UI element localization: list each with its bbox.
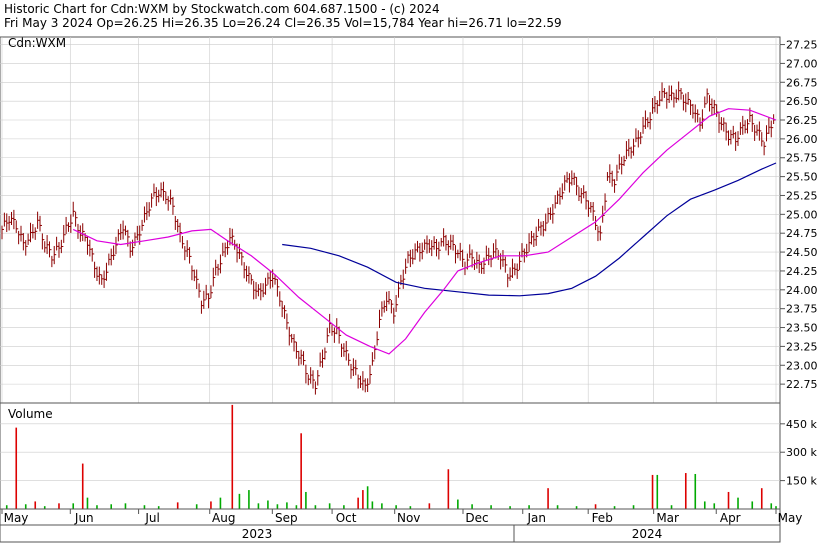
month-label: May [4, 511, 29, 525]
price-tick-label: 25.75 [786, 152, 818, 165]
price-tick-label: 23.00 [786, 359, 818, 372]
month-label: Mar [656, 511, 679, 525]
price-tick-label: 22.75 [786, 378, 818, 391]
year-label-2023: 2023 [242, 527, 273, 541]
price-tick-label: 24.00 [786, 284, 818, 297]
month-label: Jan [526, 511, 546, 525]
symbol-label: Cdn:WXM [8, 36, 66, 50]
year-axis [0, 524, 781, 543]
price-axis: 27.25 27.00 26.75 26.50 26.25 26.00 25.75 25.50… [780, 39, 818, 391]
month-label: Jun [74, 511, 94, 525]
price-tick-label: 23.75 [786, 303, 818, 316]
volume-tick-label: 450 k [786, 418, 817, 431]
price-tick-label: 26.75 [786, 76, 818, 89]
month-label: Dec [465, 511, 488, 525]
price-tick-label: 25.50 [786, 171, 818, 184]
month-label: Aug [212, 511, 235, 525]
price-tick-label: 27.25 [786, 39, 818, 52]
price-tick-label: 26.00 [786, 133, 818, 146]
volume-tick-label: 300 k [786, 446, 817, 459]
chart-title: Historic Chart for Cdn:WXM by Stockwatch… [4, 2, 440, 16]
quote-summary: Fri May 3 2024 Op=26.25 Hi=26.35 Lo=26.2… [4, 16, 562, 30]
month-label: Nov [397, 511, 420, 525]
volume-axis: 450 k 300 k 150 k [780, 418, 817, 488]
stock-chart: Historic Chart for Cdn:WXM by Stockwatch… [0, 2, 818, 543]
month-label: Jul [144, 511, 159, 525]
price-tick-label: 26.50 [786, 95, 818, 108]
month-label: Sep [275, 511, 298, 525]
price-tick-label: 24.25 [786, 265, 818, 278]
volume-tick-label: 150 k [786, 475, 817, 488]
price-tick-label: 27.00 [786, 57, 818, 70]
month-label: Apr [720, 511, 741, 525]
volume-panel [0, 402, 781, 510]
month-label: May [778, 511, 803, 525]
price-tick-label: 25.25 [786, 189, 818, 202]
volume-label: Volume [8, 407, 53, 421]
year-label-2024: 2024 [632, 527, 663, 541]
price-tick-label: 23.25 [786, 340, 818, 353]
price-tick-label: 26.25 [786, 114, 818, 127]
month-label: Feb [592, 511, 613, 525]
price-tick-label: 23.50 [786, 322, 818, 335]
month-label: Oct [336, 511, 357, 525]
price-tick-label: 24.50 [786, 246, 818, 259]
price-tick-label: 24.75 [786, 227, 818, 240]
price-tick-label: 25.00 [786, 208, 818, 221]
